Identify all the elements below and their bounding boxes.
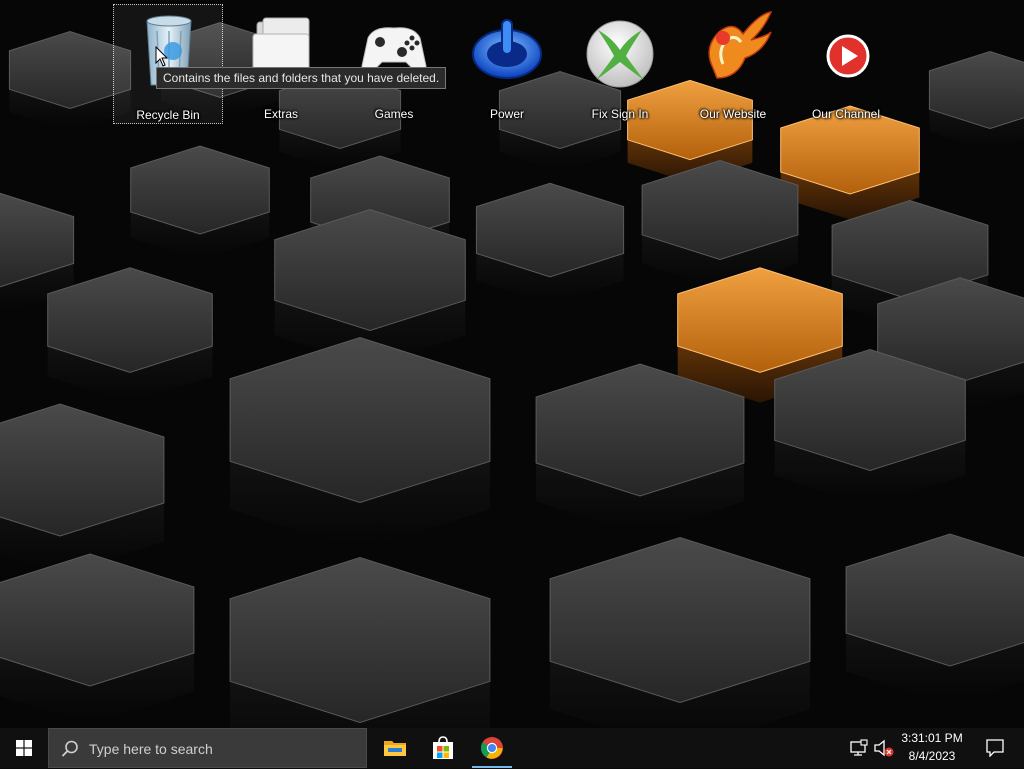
desktop-icon-our-channel[interactable]: Our Channel (791, 4, 901, 124)
search-icon (61, 740, 78, 757)
taskbar-app-microsoft-store[interactable] (419, 728, 467, 768)
desktop-icon-label: Fix Sign In (591, 107, 649, 121)
taskbar-app-google-chrome[interactable] (468, 728, 516, 768)
chrome-icon (481, 737, 503, 759)
network-icon[interactable] (849, 738, 869, 758)
youtube-play-icon (826, 34, 870, 78)
taskbar-app-file-explorer[interactable] (371, 728, 419, 768)
xbox-logo-icon (586, 20, 654, 88)
start-button[interactable] (0, 728, 48, 768)
volume-muted-icon[interactable] (873, 738, 895, 758)
taskbar-search-box[interactable]: Type here to search (48, 728, 367, 768)
desktop-icon-label: Games (374, 107, 414, 121)
desktop-icon-label: Power (489, 107, 524, 121)
notification-icon (986, 739, 1004, 757)
desktop-icon-fix-sign-in[interactable]: Fix Sign In (565, 4, 675, 124)
clock-date: 8/4/2023 (908, 749, 956, 763)
desktop-icon-our-website[interactable]: Our Website (678, 4, 788, 124)
search-placeholder: Type here to search (89, 741, 213, 757)
desktop-icon-label: Our Website (699, 107, 767, 121)
mouse-cursor-icon (155, 46, 169, 67)
action-center-button[interactable] (976, 728, 1016, 768)
taskbar-clock[interactable]: 3:31:01 PM 8/4/2023 (896, 728, 968, 768)
desktop-icon-extras[interactable]: Extras (226, 4, 336, 124)
desktop-icon-power[interactable]: Power (452, 4, 562, 124)
windows-logo-icon (16, 740, 32, 756)
file-explorer-icon (384, 741, 406, 756)
phoenix-logo-icon (708, 11, 773, 79)
desktop-icon-label: Extras (263, 107, 298, 121)
recycle-bin-tooltip: Contains the files and folders that you … (156, 67, 447, 89)
taskbar: Type here to search 3:31:01 PM 8/4/2023 (0, 728, 1024, 768)
desktop-icon-label: Recycle Bin (136, 108, 200, 122)
store-icon (433, 736, 453, 759)
desktop-icon-games[interactable]: Games (339, 4, 449, 124)
desktop-icon-label: Our Channel (811, 107, 881, 121)
power-icon (472, 19, 542, 79)
clock-time: 3:31:01 PM (901, 731, 963, 745)
